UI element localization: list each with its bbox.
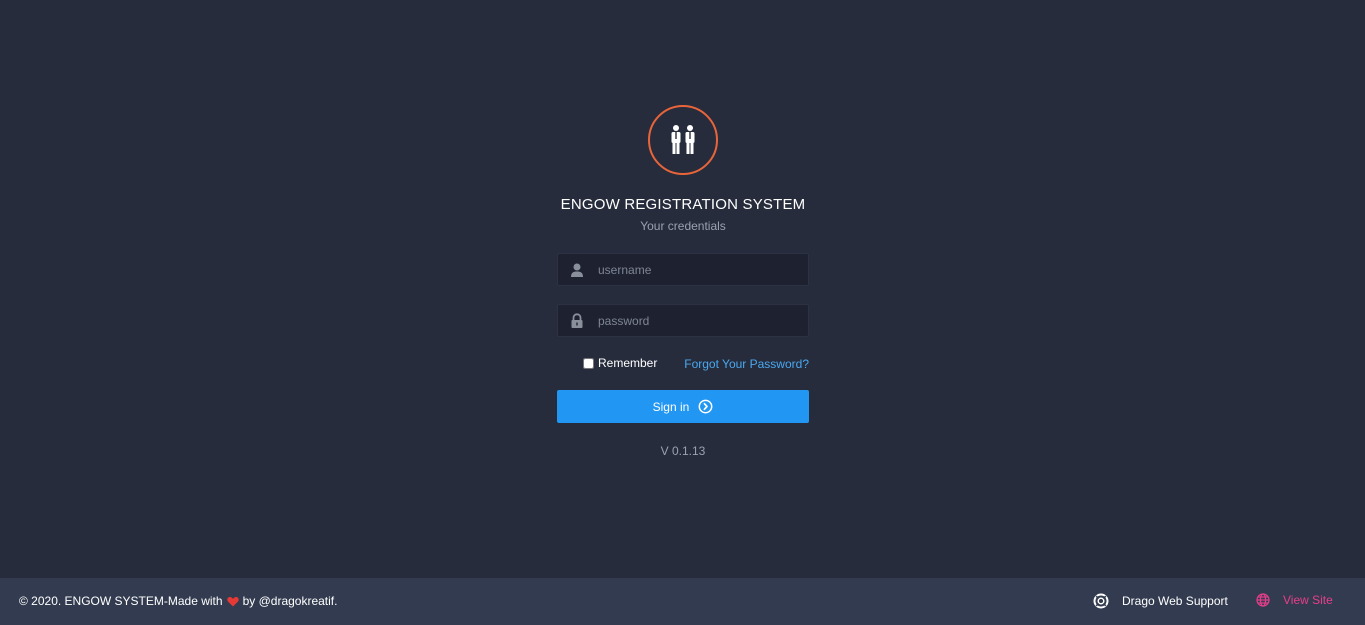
page-title: ENGOW REGISTRATION SYSTEM — [560, 196, 806, 213]
signin-button[interactable]: Sign in — [557, 390, 809, 423]
support-label: Drago Web Support — [1122, 594, 1228, 608]
chevron-circle-right-icon — [698, 399, 713, 414]
view-site-label: View Site — [1283, 593, 1333, 607]
lock-icon — [571, 313, 583, 328]
support-link[interactable]: Drago Web Support — [1093, 593, 1228, 609]
copyright: © 2020. ENGOW SYSTEM-Made with by @drago… — [19, 594, 337, 608]
signin-label: Sign in — [652, 399, 690, 414]
password-input[interactable] — [598, 305, 803, 336]
logo — [648, 105, 718, 175]
globe-icon — [1256, 593, 1270, 607]
username-field[interactable] — [557, 253, 809, 286]
remember-label: Remember — [598, 356, 658, 370]
version-label: V 0.1.13 — [660, 444, 706, 458]
people-icon — [671, 125, 695, 154]
remember-checkbox[interactable] — [583, 357, 594, 369]
footer: © 2020. ENGOW SYSTEM-Made with by @drago… — [0, 578, 1365, 625]
password-field[interactable] — [557, 304, 809, 337]
user-icon — [571, 263, 583, 277]
copyright-prefix: © 2020. ENGOW SYSTEM-Made with — [19, 594, 223, 608]
login-page: ENGOW REGISTRATION SYSTEM Your credentia… — [0, 0, 1365, 625]
username-input[interactable] — [598, 254, 803, 285]
heart-icon — [226, 596, 239, 606]
copyright-suffix: by @dragokreatif. — [242, 594, 338, 608]
remember-option[interactable]: Remember — [583, 356, 657, 370]
lifebuoy-icon — [1093, 593, 1109, 609]
view-site-link[interactable]: View Site — [1256, 593, 1333, 607]
page-subtitle: Your credentials — [640, 219, 726, 233]
forgot-password-link[interactable]: Forgot Your Password? — [684, 357, 809, 371]
